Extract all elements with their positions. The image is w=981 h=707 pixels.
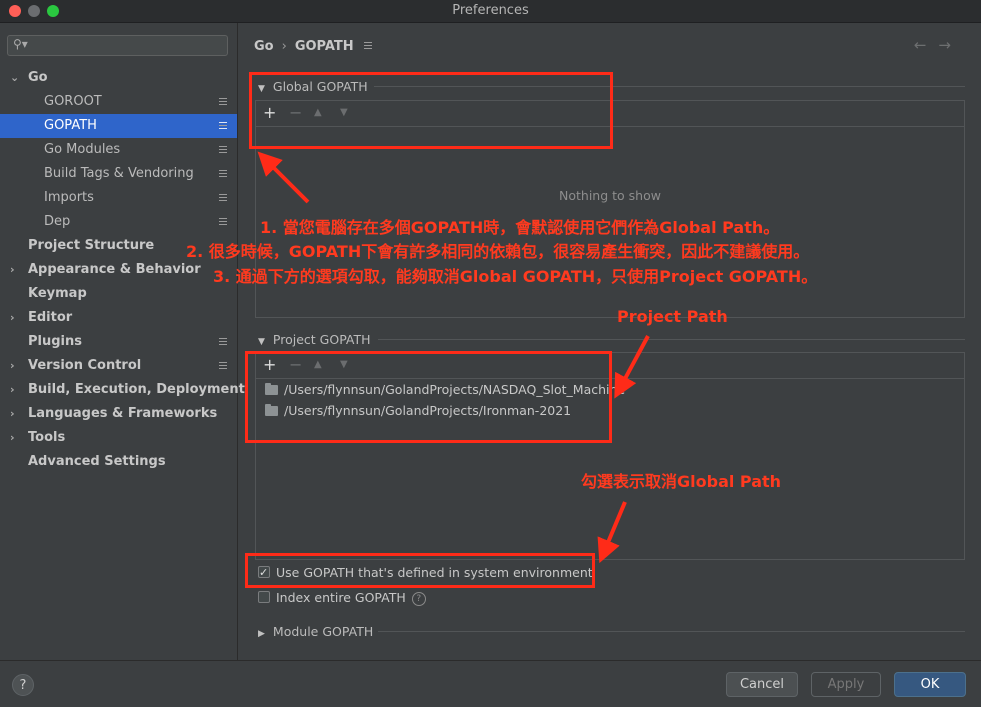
annotation-arrow-2 bbox=[614, 335, 650, 399]
annotation-arrow-1 bbox=[257, 151, 310, 204]
annotation-arrow-3 bbox=[597, 501, 627, 564]
annotation-arrows bbox=[257, 151, 650, 564]
